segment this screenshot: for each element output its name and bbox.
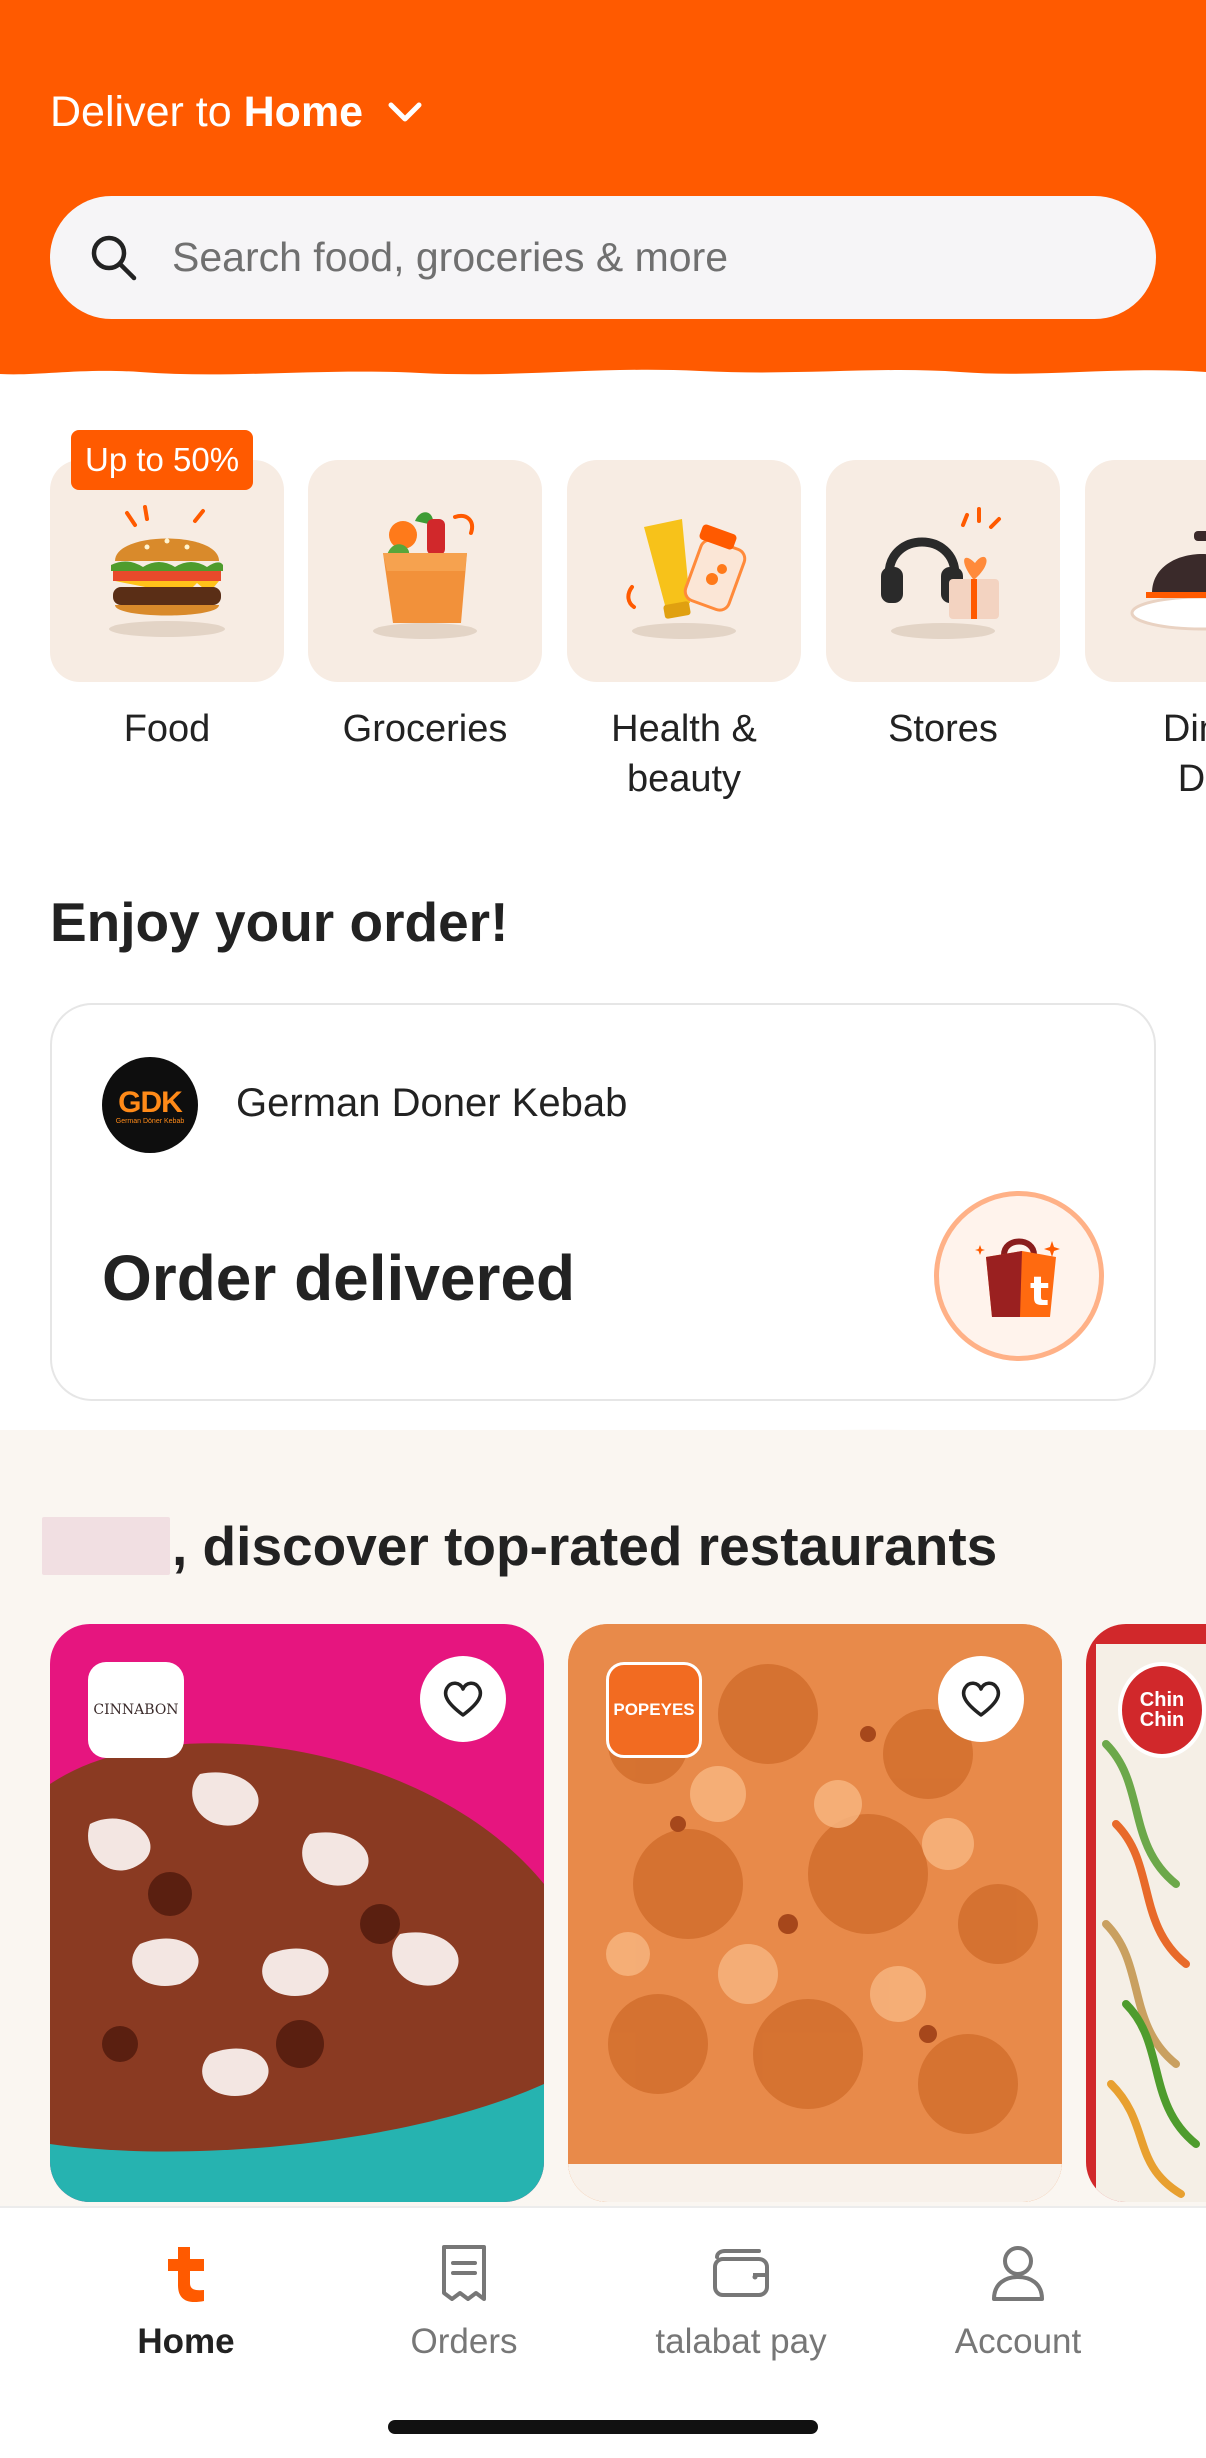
category-health-beauty[interactable]: Health & beauty	[567, 460, 801, 804]
nav-home[interactable]: Home	[66, 2238, 306, 2362]
receipt-icon	[429, 2238, 499, 2308]
talabat-home-icon	[151, 2238, 221, 2308]
restaurant-card-cinnabon[interactable]: CINNABON	[50, 1624, 544, 2202]
category-label: Stores	[888, 708, 998, 750]
order-status-text: Order delivered	[102, 1242, 576, 1314]
category-label: Groceries	[342, 708, 508, 750]
nav-talabat-pay[interactable]: talabat pay	[621, 2238, 861, 2362]
restaurant-logo-text: GDK	[118, 1085, 183, 1119]
category-dine-deals[interactable]: Dine De	[1085, 460, 1206, 804]
cloche-icon	[1085, 460, 1206, 682]
nav-label: Home	[137, 2322, 235, 2361]
heart-icon[interactable]	[938, 1656, 1024, 1742]
delivery-location: Home	[243, 87, 364, 136]
discount-badge: Up to 50%	[71, 430, 254, 490]
category-carousel[interactable]: Up to 50% Food Groceries Health & beauty…	[50, 430, 1206, 810]
category-stores[interactable]: Stores	[826, 460, 1060, 754]
headphones-gift-icon	[826, 460, 1060, 682]
nav-orders[interactable]: Orders	[344, 2238, 584, 2362]
talabat-bag-icon: t	[934, 1191, 1104, 1361]
category-label: Dine De	[1162, 708, 1206, 800]
search-input[interactable]	[172, 234, 1072, 281]
category-groceries[interactable]: Groceries	[308, 460, 542, 754]
deliver-to-label: Deliver to	[50, 87, 232, 136]
home-indicator	[388, 2420, 818, 2434]
search-icon	[88, 232, 140, 284]
section-title-discover: , discover top-rated restaurants	[42, 1515, 998, 1577]
restaurant-card-popeyes[interactable]: POPEYES	[568, 1624, 1062, 2202]
category-food[interactable]: Food	[50, 460, 284, 754]
chinchin-logo: Chin Chin	[1118, 1662, 1206, 1758]
header: Deliver to Home	[0, 0, 1206, 390]
restaurant-name: German Doner Kebab	[236, 1081, 628, 1125]
restaurant-card-chinchin[interactable]: Chin Chin	[1086, 1624, 1206, 2202]
category-label: Food	[123, 708, 211, 750]
person-icon	[983, 2238, 1053, 2308]
restaurant-logo-subtext: German Döner Kebab	[115, 1117, 185, 1125]
user-name-redacted	[42, 1517, 170, 1575]
cinnabon-logo: CINNABON	[88, 1662, 184, 1758]
nav-label: Account	[954, 2322, 1082, 2361]
section-divider-wave	[0, 1429, 1206, 1460]
restaurant-logo: GDK German Döner Kebab	[102, 1057, 198, 1153]
wallet-icon	[706, 2238, 776, 2308]
deliver-to-selector[interactable]: Deliver to Home	[50, 84, 425, 140]
chevron-down-icon	[385, 92, 425, 132]
popeyes-logo: POPEYES	[606, 1662, 702, 1758]
category-label: Health & beauty	[611, 708, 757, 800]
nav-label: talabat pay	[655, 2322, 827, 2361]
nav-label: Orders	[410, 2322, 518, 2361]
grocery-bag-icon	[308, 460, 542, 682]
search-bar[interactable]	[50, 196, 1156, 319]
order-status-card[interactable]: GDK German Döner Kebab German Doner Keba…	[50, 1003, 1156, 1401]
beauty-products-icon	[567, 460, 801, 682]
burger-icon	[50, 460, 284, 682]
section-title-enjoy: Enjoy your order!	[50, 891, 509, 953]
heart-icon[interactable]	[420, 1656, 506, 1742]
header-background	[0, 0, 1206, 375]
svg-text:t: t	[1030, 1269, 1049, 1315]
discover-title-text: , discover top-rated restaurants	[172, 1515, 998, 1577]
nav-account[interactable]: Account	[898, 2238, 1138, 2362]
